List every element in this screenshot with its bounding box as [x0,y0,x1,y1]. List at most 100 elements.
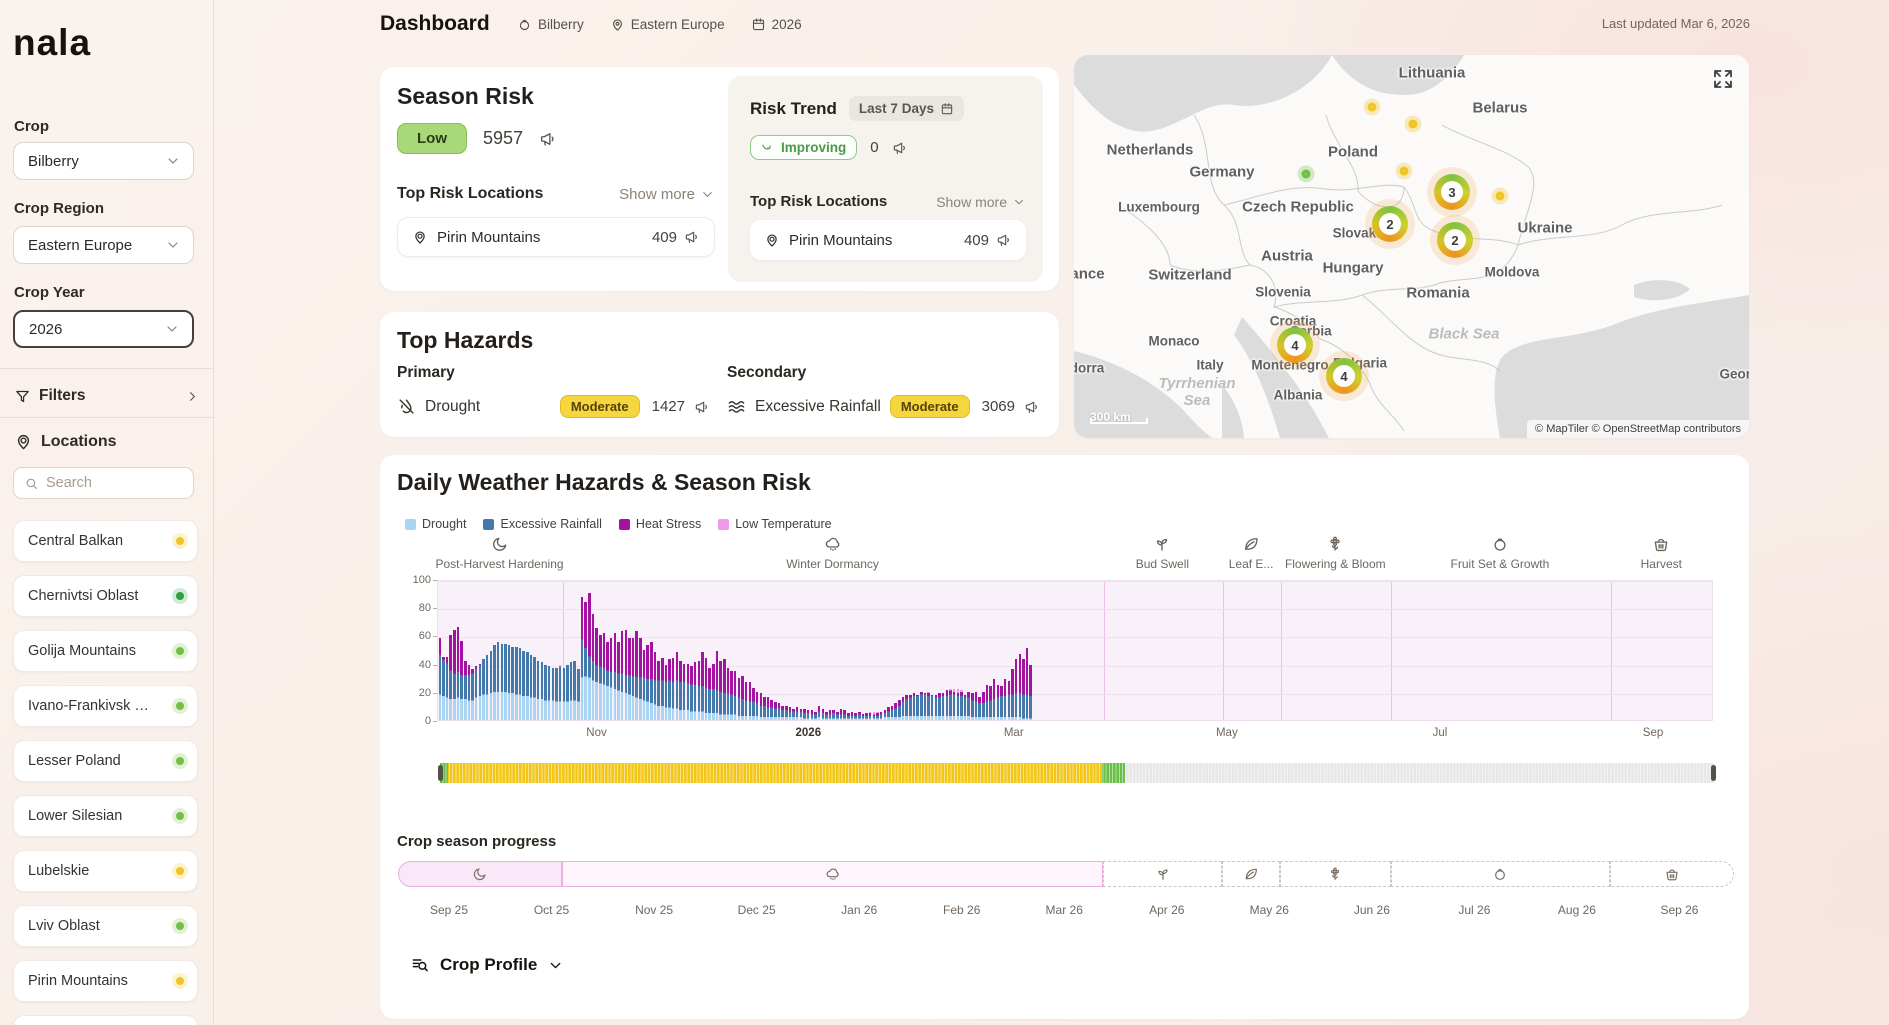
filters-button[interactable]: Filters [14,382,200,410]
location-item[interactable]: Lower Silesian [13,795,198,837]
chart-bar [486,655,489,720]
strip-handle-left[interactable] [438,765,443,781]
chart-bar [508,645,511,720]
secondary-label: Secondary [727,364,1040,382]
status-ring-icon [176,592,184,600]
chart-bar [657,661,660,720]
map-cluster-marker[interactable]: 2 [1372,206,1408,242]
megaphone-icon[interactable] [539,130,557,148]
top-risk-location-row[interactable]: Pirin Mountains 409 [397,217,715,257]
crop-year-select[interactable]: 2026 [13,310,194,348]
risk-level-badge: Low [397,123,467,154]
season-segment[interactable] [562,861,1103,887]
map-location-marker[interactable] [1400,167,1409,176]
location-item[interactable]: Lviv Oblast [13,905,198,947]
gridline [438,581,1712,582]
leaf-icon [1242,535,1260,553]
chart-bar [665,665,668,720]
sprout-icon [1153,535,1171,553]
location-item[interactable]: Lesser Poland [13,740,198,782]
leaf-icon [1243,866,1259,882]
strip-handle-right[interactable] [1711,765,1716,781]
crop-select[interactable]: Bilberry [13,142,194,180]
risk-location-count: 409 [652,229,677,246]
season-segment[interactable] [398,861,562,887]
map-cluster-marker[interactable]: 4 [1277,327,1313,363]
chart-bar [916,695,919,720]
fullscreen-icon[interactable] [1711,67,1735,91]
location-item[interactable]: Lubelskie [13,850,198,892]
map-location-marker[interactable] [1368,103,1377,112]
megaphone-icon[interactable] [684,229,700,245]
season-progress-bar [398,861,1734,887]
season-segment[interactable] [1103,861,1222,887]
megaphone-icon[interactable] [996,232,1012,248]
map-cluster-marker[interactable]: 4 [1326,358,1362,394]
chart-bar [854,713,857,720]
season-segment[interactable] [1610,861,1734,887]
top-risk-location-row[interactable]: Pirin Mountains 409 [750,220,1026,260]
cluster-count: 3 [1441,181,1463,203]
header-year-value: 2026 [772,17,802,32]
map-panel[interactable]: LithuaniaBelarusNetherlandsPolandGermany… [1074,55,1749,438]
crop-profile-button[interactable]: Crop Profile [410,955,564,975]
location-item[interactable]: Golija Mountains [13,630,198,672]
chart-bar [668,659,671,720]
berry-icon [1491,535,1509,553]
chart-bar [935,695,938,720]
chart-bar [938,693,941,720]
chart-bar [606,642,609,720]
map-location-marker[interactable] [1496,192,1505,201]
chart-bar [774,702,777,720]
map-location-marker[interactable] [1409,120,1418,129]
season-segment[interactable] [1222,861,1279,887]
cluster-count: 4 [1284,334,1306,356]
chart-bar [789,707,792,720]
page-title: Dashboard [380,12,490,36]
cluster-count: 2 [1444,229,1466,251]
search-input[interactable] [46,475,166,491]
flower-icon [1326,535,1344,553]
location-item[interactable]: Central Balkan [13,520,198,562]
map-cluster-marker[interactable]: 3 [1434,174,1470,210]
megaphone-icon[interactable] [1024,399,1040,415]
period-badge[interactable]: Last 7 Days [849,96,964,121]
season-segment[interactable] [1391,861,1610,887]
map-location-marker[interactable] [1302,170,1311,179]
season-segment[interactable] [1280,861,1391,887]
legend-item: Excessive Rainfall [483,517,601,531]
app-logo: nala [13,22,91,64]
chevron-down-icon [165,237,181,253]
chart-bar [687,664,690,720]
location-item[interactable]: Chernivtsi Oblast [13,575,198,617]
chevron-down-icon [1012,195,1026,209]
locations-search[interactable] [13,467,194,499]
header-year-chip: 2026 [751,17,802,32]
location-item[interactable]: Podlaskie [13,1015,198,1025]
crop-region-select[interactable]: Eastern Europe [13,226,194,264]
show-more-button[interactable]: Show more [619,186,715,203]
chart-bar [643,650,646,721]
location-name: Central Balkan [28,533,123,549]
chart-bar [986,685,989,720]
chart-bar [632,638,635,720]
chart-bar [851,712,854,720]
chart-bar [526,652,529,720]
megaphone-icon[interactable] [694,399,710,415]
megaphone-icon[interactable] [892,140,908,156]
chart-bar [690,666,693,720]
chart-bar [884,710,887,720]
risk-timeline-strip[interactable] [440,763,1714,783]
header-region-chip: Eastern Europe [610,17,725,32]
y-axis-tick [433,608,437,609]
location-name: Lubelskie [28,863,89,879]
map-cluster-marker[interactable]: 2 [1437,222,1473,258]
chart-bar [997,685,1000,720]
show-more-button[interactable]: Show more [936,194,1026,210]
location-item[interactable]: Pirin Mountains [13,960,198,1002]
risk-location-name: Pirin Mountains [789,232,892,249]
chart-bar [964,695,967,720]
location-item[interactable]: Ivano-Frankivsk … [13,685,198,727]
chart-bar [552,668,555,720]
excessive-rainfall-icon [727,397,746,416]
